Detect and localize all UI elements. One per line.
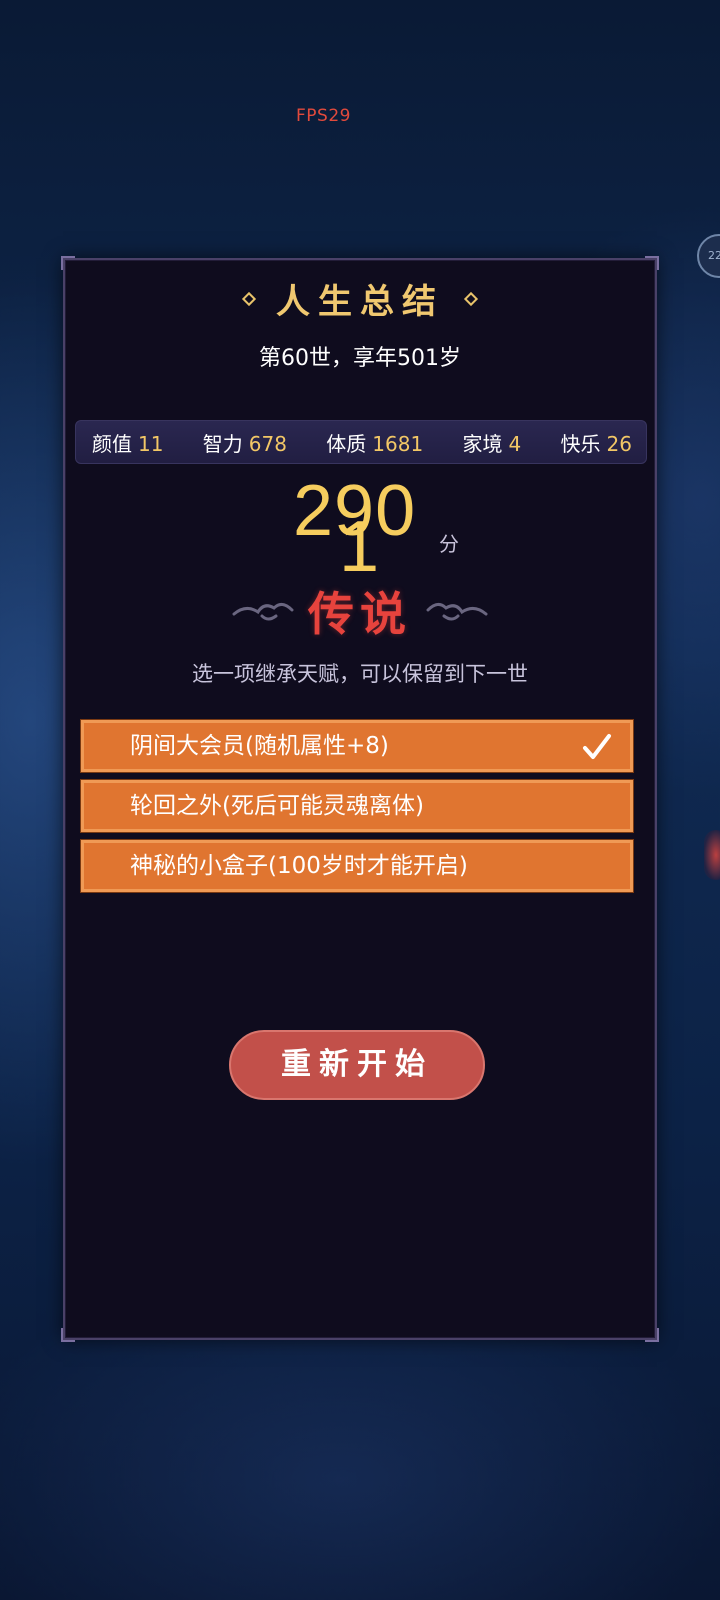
diamond-ornament-icon — [241, 291, 257, 306]
cloud-ornament-icon — [232, 603, 294, 621]
talent-option[interactable]: 轮回之外(死后可能灵魂离体) — [81, 780, 633, 832]
stat-label: 体质 — [326, 431, 367, 456]
rank-row: 传说 — [65, 578, 655, 644]
inherit-instruction: 选一项继承天赋，可以保留到下一世 — [192, 662, 528, 686]
stat-item: 家境 4 — [462, 428, 521, 457]
stat-label: 智力 — [202, 431, 243, 456]
title-row: 人生总结 — [65, 274, 655, 323]
stat-label: 颜值 — [92, 431, 132, 456]
stat-value: 26 — [606, 431, 632, 456]
talent-label: 神秘的小盒子(100岁时才能开启) — [130, 853, 468, 879]
score-unit: 分 — [439, 532, 459, 556]
stat-value: 1681 — [372, 431, 424, 456]
panel-corner-ornament — [645, 1328, 659, 1342]
talent-option[interactable]: 神秘的小盒子(100岁时才能开启) — [81, 840, 633, 892]
stat-label: 快乐 — [560, 431, 601, 456]
panel-corner-ornament — [61, 1328, 75, 1342]
talent-option[interactable]: 阴间大会员(随机属性+8) — [81, 720, 633, 772]
stat-label: 家境 — [462, 431, 503, 456]
check-icon — [583, 734, 611, 759]
diamond-ornament-icon — [463, 291, 479, 306]
score-rolling-digit: 1 — [339, 507, 380, 587]
life-subtitle: 第60世，享年501岁 — [259, 346, 461, 371]
talent-label: 轮回之外(死后可能灵魂离体) — [130, 793, 424, 819]
stat-value: 11 — [138, 431, 164, 456]
talent-list: 阴间大会员(随机属性+8) 轮回之外(死后可能灵魂离体) 神秘的小盒子(100岁… — [81, 720, 633, 900]
side-float-badge[interactable]: 22 — [697, 234, 720, 278]
side-glow-decoration — [704, 830, 720, 880]
restart-button[interactable]: 重新开始 — [229, 1030, 485, 1100]
panel-corner-ornament — [61, 256, 75, 270]
stat-item: 颜值 11 — [92, 428, 163, 457]
stat-value: 4 — [508, 431, 522, 456]
cloud-ornament-icon — [426, 603, 488, 621]
rank-title: 传说 — [308, 587, 412, 641]
panel-corner-ornament — [645, 256, 659, 270]
talent-label: 阴间大会员(随机属性+8) — [130, 733, 389, 759]
restart-button-wrap: 重新开始 — [229, 1030, 485, 1102]
stat-item: 快乐 26 — [561, 428, 632, 457]
fps-counter: FPS29 — [296, 106, 351, 126]
stat-item: 智力 678 — [203, 428, 287, 457]
panel-title: 人生总结 — [276, 282, 444, 322]
stats-bar: 颜值 11 智力 678 体质 1681 家境 4 快乐 26 — [75, 420, 647, 464]
stat-value: 678 — [248, 431, 287, 456]
stat-item: 体质 1681 — [326, 428, 423, 457]
summary-panel: 人生总结 第60世，享年501岁 颜值 11 智力 678 体质 1681 家境 4 快… — [61, 256, 659, 1342]
